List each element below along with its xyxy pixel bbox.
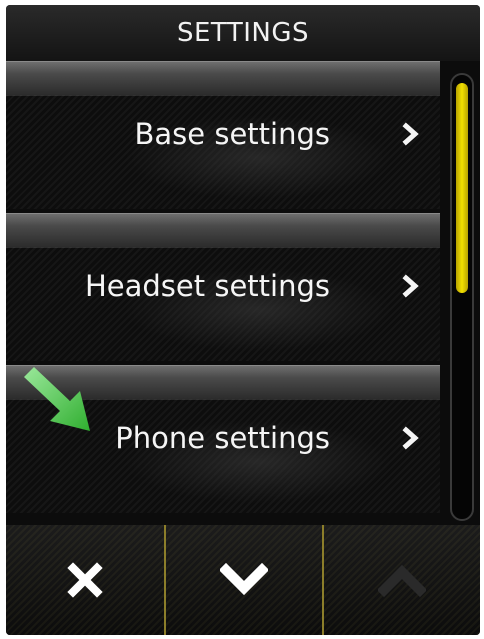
close-button[interactable] [6, 525, 166, 635]
chevron-right-icon [402, 426, 419, 450]
chevron-up-icon [378, 564, 426, 598]
menu-item-background [6, 95, 440, 209]
scroll-down-button[interactable] [166, 525, 324, 635]
menu-item-bevel [6, 61, 440, 96]
chevron-down-icon [220, 562, 268, 596]
menu-item-label: Base settings [134, 117, 330, 151]
chevron-right-icon [402, 274, 419, 298]
title-bar: SETTINGS [6, 5, 480, 61]
page-title: SETTINGS [176, 18, 309, 48]
menu-item-background [6, 247, 440, 361]
scrollbar-track[interactable] [450, 73, 474, 521]
menu-item-label: Phone settings [115, 421, 330, 455]
menu-item-headset-settings[interactable]: Headset settings [6, 213, 440, 361]
green-arrow-icon [24, 367, 90, 431]
close-icon [67, 562, 103, 598]
scrollbar-thumb[interactable] [456, 83, 468, 293]
softkey-bar [6, 525, 480, 635]
device-screen: SETTINGS Base settings Headset settings … [6, 5, 480, 635]
menu-item-label: Headset settings [84, 269, 330, 303]
scroll-up-button[interactable] [324, 525, 480, 635]
menu-item-base-settings[interactable]: Base settings [6, 61, 440, 209]
menu-item-bevel [6, 213, 440, 248]
chevron-right-icon [402, 122, 419, 146]
